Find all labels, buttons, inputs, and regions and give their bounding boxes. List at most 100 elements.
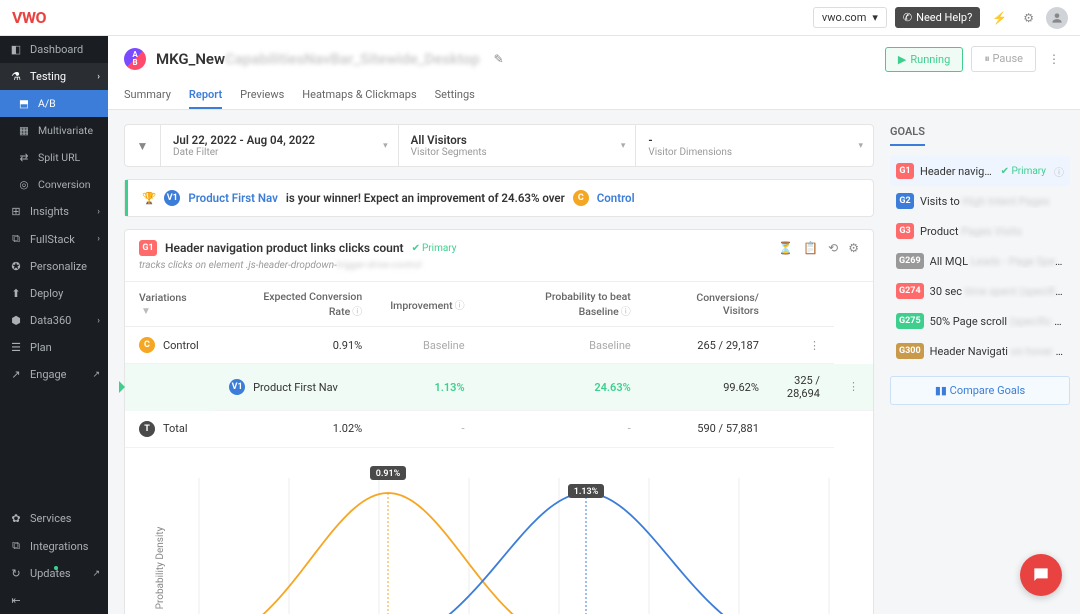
nav-icon: ⇄ bbox=[18, 151, 30, 164]
goal-item[interactable]: G269All MQL Leads - Page Specific bbox=[890, 246, 1070, 276]
sidebar-item-services[interactable]: ✿Services bbox=[0, 505, 108, 532]
winner-variant-link[interactable]: Product First Nav bbox=[188, 191, 278, 205]
svg-text:1.13%: 1.13% bbox=[574, 487, 599, 497]
tab-report[interactable]: Report bbox=[189, 82, 222, 109]
sidebar-item-deploy[interactable]: ⬆Deploy bbox=[0, 280, 108, 307]
goal-item[interactable]: G3Product Pages Visits bbox=[890, 216, 1070, 246]
dimension-filter[interactable]: - Visitor Dimensions ▾ bbox=[636, 125, 873, 166]
goals-panel: GOALS G1Header navigation p...✔ Primaryⓘ… bbox=[890, 110, 1080, 614]
nav-icon: ⬆ bbox=[10, 287, 22, 300]
nav-icon: ⚗ bbox=[10, 70, 22, 83]
filter-bar: ▼ Jul 22, 2022 - Aug 04, 2022 Date Filte… bbox=[124, 124, 874, 167]
bars-icon: ▮▮ bbox=[935, 384, 947, 397]
trophy-icon: 🏆 bbox=[142, 191, 156, 205]
clipboard-icon[interactable]: 📋 bbox=[803, 241, 818, 255]
compare-goals-button[interactable]: ▮▮ Compare Goals bbox=[890, 376, 1070, 405]
collapse-sidebar[interactable]: ⇤ bbox=[0, 587, 108, 614]
nav-icon: ✪ bbox=[10, 260, 22, 273]
activity-icon[interactable]: ⚡ bbox=[988, 7, 1011, 29]
row-menu[interactable]: ⋮ bbox=[809, 339, 820, 352]
control-link[interactable]: Control bbox=[597, 191, 635, 205]
sidebar-item-dashboard[interactable]: ◧Dashboard bbox=[0, 36, 108, 63]
settings-icon[interactable]: ⚙ bbox=[848, 241, 859, 255]
col-variations[interactable]: Variations ▼ bbox=[125, 282, 215, 327]
date-filter[interactable]: Jul 22, 2022 - Aug 04, 2022 Date Filter … bbox=[161, 125, 399, 166]
tab-previews[interactable]: Previews bbox=[240, 82, 284, 109]
nav-icon: ▦ bbox=[18, 124, 30, 137]
sidebar-item-updates[interactable]: ↻Updates↗ bbox=[0, 560, 108, 587]
nav-icon: ☰ bbox=[10, 341, 22, 354]
variations-table: Variations ▼ Expected Conversion Rateⓘ I… bbox=[125, 282, 873, 448]
tab-heatmaps-clickmaps[interactable]: Heatmaps & Clickmaps bbox=[302, 82, 416, 109]
variant-pill: V1 bbox=[164, 190, 180, 206]
page-title: MKG_NewCapabilitiesNavBar_Sitewide_Deskt… bbox=[156, 50, 480, 68]
goal-badge: G1 bbox=[139, 240, 157, 256]
pause-button[interactable]: ⏸ Pause bbox=[971, 46, 1036, 72]
nav-icon: ◎ bbox=[18, 178, 30, 191]
goals-tab[interactable]: GOALS bbox=[890, 125, 925, 146]
gear-icon[interactable]: ⚙ bbox=[1019, 7, 1038, 29]
svg-text:0.91%: 0.91% bbox=[376, 469, 401, 479]
sidebar: ◧Dashboard⚗Testing›⬒A/B▦Multivariate⇄Spl… bbox=[0, 36, 108, 614]
sidebar-item-split-url[interactable]: ⇄Split URL bbox=[0, 144, 108, 171]
goal-item[interactable]: G1Header navigation p...✔ Primaryⓘ bbox=[890, 156, 1070, 186]
sidebar-item-data360[interactable]: ⬢Data360› bbox=[0, 307, 108, 334]
col-improvement: Improvementⓘ bbox=[376, 282, 478, 327]
table-row: V1Product First Nav1.13%24.63%99.62%325 … bbox=[125, 364, 873, 411]
primary-tag: ✔ Primary bbox=[412, 243, 457, 254]
sidebar-item-insights[interactable]: ⊞Insights› bbox=[0, 198, 108, 225]
sidebar-item-personalize[interactable]: ✪Personalize bbox=[0, 253, 108, 280]
account-selector[interactable]: vwo.com▾ bbox=[813, 7, 887, 28]
nav-icon: ⊞ bbox=[10, 205, 22, 218]
edit-title-icon[interactable]: ✎ bbox=[490, 48, 508, 70]
sidebar-item-fullstack[interactable]: ⧉FullStack› bbox=[0, 225, 108, 253]
tab-summary[interactable]: Summary bbox=[124, 82, 171, 109]
nav-icon: ↗ bbox=[10, 368, 22, 381]
page-head: AB MKG_NewCapabilitiesNavBar_Sitewide_De… bbox=[108, 36, 1080, 110]
svg-text:Probability Density: Probability Density bbox=[155, 526, 166, 609]
control-pill: C bbox=[573, 190, 589, 206]
table-row: CControl0.91%BaselineBaseline265 / 29,18… bbox=[125, 327, 873, 364]
sidebar-item-a-b[interactable]: ⬒A/B bbox=[0, 90, 108, 117]
need-help-button[interactable]: ✆ Need Help? bbox=[895, 7, 980, 28]
col-conversions: Conversions/ Visitors bbox=[645, 282, 773, 327]
phone-icon: ✆ bbox=[903, 11, 912, 24]
col-probability: Probability to beat Baselineⓘ bbox=[479, 282, 645, 327]
goal-description: tracks clicks on element .js-header-drop… bbox=[139, 260, 859, 271]
filter-icon: ▼ bbox=[141, 306, 151, 317]
nav-icon: ⧉ bbox=[10, 232, 22, 246]
refresh-icon[interactable]: ⟲ bbox=[828, 241, 838, 255]
sidebar-item-plan[interactable]: ☰Plan bbox=[0, 334, 108, 361]
avatar[interactable] bbox=[1046, 7, 1068, 29]
nav-icon: ⬢ bbox=[10, 314, 22, 327]
sidebar-item-conversion[interactable]: ◎Conversion bbox=[0, 171, 108, 198]
winner-banner: 🏆 V1 Product First Nav is your winner! E… bbox=[125, 180, 873, 216]
chevron-down-icon: ▾ bbox=[621, 141, 626, 151]
goal-item[interactable]: G2Visits to High Intent Pages bbox=[890, 186, 1070, 216]
hourglass-icon[interactable]: ⏳ bbox=[778, 241, 793, 255]
running-button[interactable]: ▶ Running bbox=[885, 47, 963, 72]
segment-filter[interactable]: All Visitors Visitor Segments ▾ bbox=[399, 125, 637, 166]
sidebar-item-multivariate[interactable]: ▦Multivariate bbox=[0, 117, 108, 144]
goal-item[interactable]: G27550% Page scroll (specific URL) bbox=[890, 306, 1070, 336]
tab-settings[interactable]: Settings bbox=[435, 82, 475, 109]
ab-badge: AB bbox=[124, 48, 146, 70]
sidebar-item-testing[interactable]: ⚗Testing› bbox=[0, 63, 108, 90]
logo: VWO bbox=[12, 8, 46, 27]
goal-name: Header navigation product links clicks c… bbox=[165, 241, 404, 255]
sidebar-item-integrations[interactable]: ⧉Integrations bbox=[0, 532, 108, 560]
more-menu[interactable]: ⋮ bbox=[1044, 48, 1064, 70]
top-header: VWO vwo.com▾ ✆ Need Help? ⚡ ⚙ bbox=[0, 0, 1080, 36]
goal-item[interactable]: G27430 sec time spent (specific URL) bbox=[890, 276, 1070, 306]
chevron-down-icon: ▾ bbox=[858, 141, 863, 151]
col-rate: Expected Conversion Rateⓘ bbox=[215, 282, 376, 327]
filter-icon[interactable]: ▼ bbox=[125, 125, 161, 166]
tabs: Summary Report Previews Heatmaps & Clickmap… bbox=[124, 82, 1064, 109]
sidebar-item-engage[interactable]: ↗Engage↗ bbox=[0, 361, 108, 388]
chevron-down-icon: ▾ bbox=[383, 141, 388, 151]
table-row: TTotal1.02%--590 / 57,881 bbox=[125, 411, 873, 448]
chat-fab[interactable] bbox=[1020, 554, 1062, 596]
row-menu[interactable]: ⋮ bbox=[848, 380, 859, 393]
density-chart: 0.70%0.80%0.90%1.00%1.10%1.20%1.30%1.40%… bbox=[125, 448, 873, 614]
goal-item[interactable]: G300Header Navigati on hover count bbox=[890, 336, 1070, 366]
